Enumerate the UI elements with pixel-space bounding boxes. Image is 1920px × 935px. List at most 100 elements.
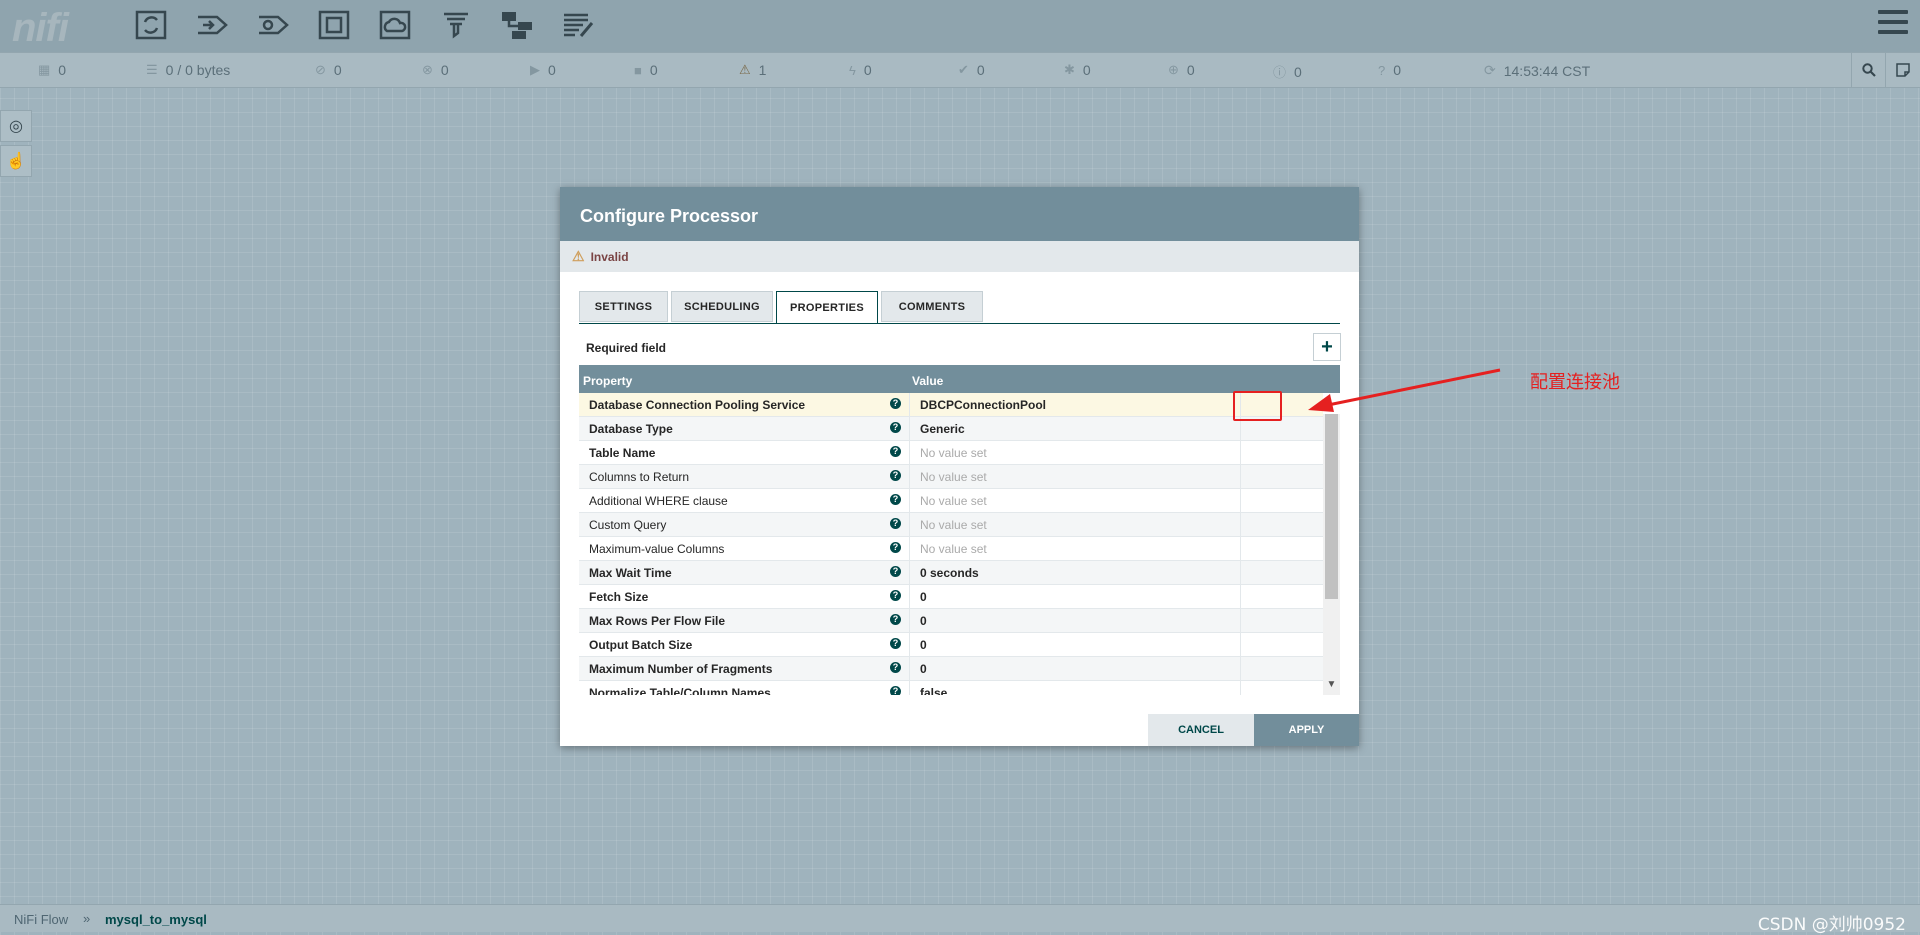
property-value[interactable]: DBCPConnectionPool: [909, 393, 1239, 416]
help-icon[interactable]: ?: [890, 590, 901, 601]
template-icon[interactable]: [499, 8, 535, 42]
table-row[interactable]: Normalize Table/Column Names ? false: [579, 681, 1323, 695]
tab-scheduling[interactable]: SCHEDULING: [671, 291, 773, 322]
property-value[interactable]: 0 seconds: [909, 561, 1239, 584]
property-name: Table Name: [589, 446, 656, 460]
property-value[interactable]: No value set: [909, 441, 1239, 464]
table-row[interactable]: Max Wait Time ? 0 seconds: [579, 561, 1323, 585]
table-row[interactable]: Additional WHERE clause ? No value set: [579, 489, 1323, 513]
nifi-logo: nifi: [12, 6, 69, 50]
locally-modified-count: 0: [1082, 62, 1091, 78]
up-to-date-icon: ✔: [958, 62, 969, 77]
search-button[interactable]: [1851, 53, 1886, 87]
processor-icon[interactable]: [133, 8, 169, 42]
row-actions: [1240, 489, 1324, 512]
global-menu-button[interactable]: [1878, 10, 1908, 38]
label-icon[interactable]: [560, 8, 596, 42]
help-icon[interactable]: ?: [890, 662, 901, 673]
apply-button[interactable]: APPLY: [1254, 714, 1359, 746]
row-actions: [1240, 609, 1324, 632]
bulletin-button[interactable]: [1885, 53, 1920, 87]
property-name: Normalize Table/Column Names: [589, 686, 771, 695]
navigate-button[interactable]: ◎: [0, 110, 32, 142]
required-field-label: Required field: [586, 341, 667, 355]
watermark: CSDN @刘帅0952: [1757, 915, 1906, 935]
tab-properties[interactable]: PROPERTIES: [776, 291, 878, 324]
tab-comments[interactable]: COMMENTS: [881, 291, 983, 322]
refresh-icon[interactable]: ⟳: [1484, 62, 1496, 79]
table-row[interactable]: Database Type ? Generic: [579, 417, 1323, 441]
funnel-icon[interactable]: [438, 8, 474, 42]
stale-icon: ⊕: [1168, 62, 1179, 77]
disabled-icon: ϟ: [849, 62, 856, 78]
property-value[interactable]: No value set: [909, 489, 1239, 512]
tab-settings[interactable]: SETTINGS: [579, 291, 668, 322]
stopped-icon: ■: [634, 62, 642, 78]
table-row[interactable]: Table Name ? No value set: [579, 441, 1323, 465]
annotation-arrow: [1308, 368, 1501, 412]
table-row[interactable]: Database Connection Pooling Service ? DB…: [579, 393, 1323, 417]
value-column-header: Value: [912, 374, 944, 388]
hand-pointer-icon: ☝: [6, 153, 26, 170]
scroll-thumb[interactable]: [1325, 414, 1338, 599]
property-value[interactable]: No value set: [909, 513, 1239, 536]
compass-icon: ◎: [9, 118, 23, 135]
warning-icon: ⚠: [572, 248, 585, 264]
property-value[interactable]: 0: [909, 657, 1239, 680]
help-icon[interactable]: ?: [890, 422, 901, 433]
property-name: Fetch Size: [589, 590, 649, 604]
breadcrumb-current[interactable]: mysql_to_mysql: [105, 912, 207, 927]
add-property-button[interactable]: +: [1313, 333, 1341, 361]
sync-failure-count: 0: [1393, 62, 1402, 78]
table-row[interactable]: Fetch Size ? 0: [579, 585, 1323, 609]
row-actions: [1240, 465, 1324, 488]
property-value[interactable]: No value set: [909, 465, 1239, 488]
help-icon[interactable]: ?: [890, 566, 901, 577]
process-group-icon[interactable]: [316, 8, 352, 42]
output-port-icon[interactable]: [255, 8, 291, 42]
help-icon[interactable]: ?: [890, 398, 901, 409]
table-row[interactable]: Maximum Number of Fragments ? 0: [579, 657, 1323, 681]
help-icon[interactable]: ?: [890, 542, 901, 553]
locally-modified-icon: ✱: [1064, 62, 1075, 77]
up-to-date-count: 0: [976, 62, 985, 78]
property-value[interactable]: No value set: [909, 537, 1239, 560]
queued-count: 0 / 0 bytes: [165, 62, 231, 78]
remote-process-group-icon[interactable]: [377, 8, 413, 42]
help-icon[interactable]: ?: [890, 518, 901, 529]
chevron-down-icon[interactable]: ▼: [1323, 679, 1340, 695]
running-icon: ▶: [530, 62, 540, 77]
table-scrollbar[interactable]: [1323, 414, 1340, 695]
help-icon[interactable]: ?: [890, 494, 901, 505]
table-row[interactable]: Columns to Return ? No value set: [579, 465, 1323, 489]
table-row[interactable]: Custom Query ? No value set: [579, 513, 1323, 537]
operate-button[interactable]: ☝: [0, 145, 32, 177]
property-name: Maximum Number of Fragments: [589, 662, 773, 676]
row-actions: [1240, 681, 1324, 695]
table-row[interactable]: Max Rows Per Flow File ? 0: [579, 609, 1323, 633]
table-row[interactable]: Output Batch Size ? 0: [579, 633, 1323, 657]
transmitting-icon: ▦: [38, 62, 51, 77]
help-icon[interactable]: ?: [890, 638, 901, 649]
property-value[interactable]: 0: [909, 633, 1239, 656]
property-value[interactable]: 0: [909, 585, 1239, 608]
refresh-status[interactable]: ⟳ 14:53:44 CST: [1484, 62, 1590, 79]
disabled-transmitting-icon: ⊗: [422, 62, 433, 77]
table-row[interactable]: Maximum-value Columns ? No value set: [579, 537, 1323, 561]
breadcrumb-root[interactable]: NiFi Flow: [14, 912, 68, 927]
dialog-title: Configure Processor: [560, 187, 1359, 241]
row-actions: [1240, 633, 1324, 656]
property-column-header: Property: [583, 374, 633, 388]
property-value[interactable]: Generic: [909, 417, 1239, 440]
annotation-text: 配置连接池: [1530, 372, 1620, 393]
help-icon[interactable]: ?: [890, 686, 901, 695]
breadcrumb-bar: NiFi Flow » mysql_to_mysql CSDN @刘帅0952: [0, 904, 1920, 935]
help-icon[interactable]: ?: [890, 446, 901, 457]
configure-processor-dialog: Configure Processor ⚠ Invalid SETTINGS S…: [560, 187, 1359, 746]
help-icon[interactable]: ?: [890, 470, 901, 481]
property-value[interactable]: 0: [909, 609, 1239, 632]
input-port-icon[interactable]: [194, 8, 230, 42]
help-icon[interactable]: ?: [890, 614, 901, 625]
cancel-button[interactable]: CANCEL: [1148, 714, 1254, 746]
property-value[interactable]: false: [909, 681, 1239, 695]
